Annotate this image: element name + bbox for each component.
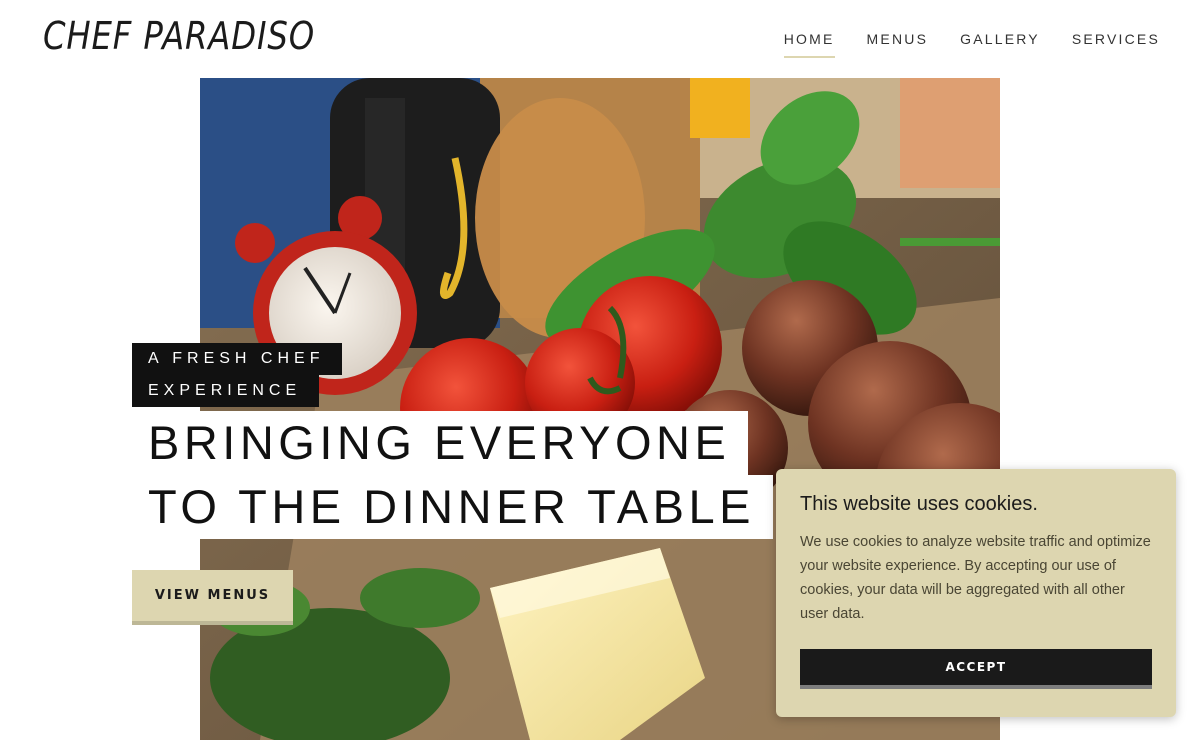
hero-headline: BRINGING EVERYONE TO THE DINNER TABLE: [132, 411, 773, 539]
accept-cookies-button[interactable]: ACCEPT: [800, 649, 1152, 689]
site-logo[interactable]: CHEF PARADISO: [43, 14, 315, 58]
tagline-line-2: EXPERIENCE: [132, 375, 320, 407]
tagline-line-1: A FRESH CHEF: [132, 343, 343, 375]
nav-item-home[interactable]: HOME: [783, 31, 835, 58]
cookie-banner-text: We use cookies to analyze website traffi…: [800, 534, 1151, 622]
nav-item-menus[interactable]: MENUS: [867, 31, 929, 58]
headline-line-2: TO THE DINNER TABLE: [132, 475, 773, 539]
cookie-banner: This website uses cookies. We use cookie…: [776, 469, 1176, 717]
hero-tagline: A FRESH CHEF EXPERIENCE: [132, 343, 343, 407]
view-menus-button[interactable]: VIEW MENUS: [132, 570, 293, 625]
nav-item-gallery[interactable]: GALLERY: [960, 31, 1040, 58]
headline-line-1: BRINGING EVERYONE: [132, 411, 749, 475]
nav-item-services[interactable]: SERVICES: [1072, 31, 1160, 58]
main-nav: HOME MENUS GALLERY SERVICES: [783, 31, 1160, 58]
cookie-banner-title: This website uses cookies.: [800, 493, 1038, 515]
